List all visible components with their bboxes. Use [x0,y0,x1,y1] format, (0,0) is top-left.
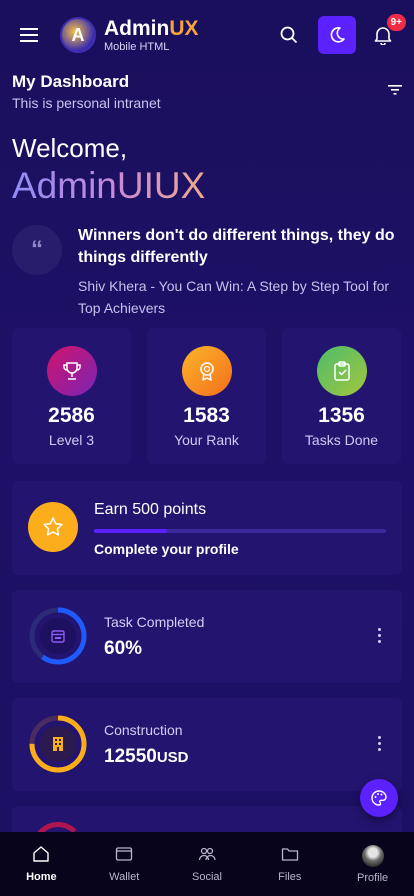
nav-files[interactable]: Files [248,832,331,896]
bottom-nav: Home Wallet Social Files Profile [0,832,414,896]
search-icon [280,26,298,44]
moon-icon [330,27,345,43]
hamburger-icon [20,28,38,42]
stat-label: Your Rank [174,432,239,448]
stat-label: Level 3 [48,432,95,448]
filter-button[interactable] [388,82,402,100]
theme-toggle-button[interactable] [318,16,356,54]
nav-social[interactable]: Social [166,832,249,896]
brand: AdminUX Mobile HTML [104,18,199,53]
dashboard-heading: My Dashboard This is personal intranet [12,72,402,111]
header-actions: 9+ [270,14,406,54]
stat-label: Tasks Done [304,432,379,448]
progress-fill [94,529,167,533]
wallet-icon [116,847,133,861]
construction-unit: USD [156,749,189,766]
star-icon [28,502,78,552]
stat-value: 2586 [48,404,95,427]
nav-label: Home [26,871,57,883]
task-completed-card[interactable]: Task Completed 60% [12,590,402,683]
nav-label: Files [278,871,302,883]
building-icon [40,726,76,762]
nav-profile[interactable]: Profile [331,832,414,896]
people-icon [198,847,216,861]
trophy-icon [46,346,97,396]
stats-row: 2586 Level 3 1583 Your Rank 1356 Tasks D… [12,328,401,464]
home-icon [33,846,50,862]
brand-title: AdminUX [104,18,199,39]
logo-letter: A [71,24,85,45]
quote-author: Shiv Khera - You Can Win: A Step by Step… [78,278,390,316]
construction-more-button[interactable] [378,736,382,754]
filter-icon [388,85,402,95]
task-more-button[interactable] [378,628,382,646]
nav-label: Social [192,871,222,883]
clipboard-check-icon [316,346,367,396]
award-icon [181,346,232,396]
quote-block: “ Winners don't do different things, the… [12,225,402,319]
welcome-name: AdminUIUX [12,165,206,206]
app-header: A AdminUX Mobile HTML 9+ [0,0,414,70]
stat-card-rank[interactable]: 1583 Your Rank [147,328,266,464]
earn-subtitle: Complete your profile [94,541,239,557]
nav-home[interactable]: Home [0,832,83,896]
avatar [361,844,384,867]
construction-label: Construction [104,722,183,738]
construction-amount: 12550 [104,746,157,767]
app-logo[interactable]: A [60,17,96,53]
notifications-button[interactable]: 9+ [364,14,406,54]
stat-card-tasks[interactable]: 1356 Tasks Done [282,328,401,464]
task-value: 60% [104,638,143,659]
earn-points-card[interactable]: Earn 500 points Complete your profile [12,481,402,575]
menu-button[interactable] [12,18,46,52]
brand-accent: UX [169,16,199,40]
profile-progress-bar [94,529,386,533]
construction-card[interactable]: Construction 12550USD [12,698,402,791]
nav-label: Profile [356,871,389,884]
quote-text: Winners don't do different things, they … [78,227,395,266]
stat-value: 1356 [318,404,365,427]
page-subtitle: This is personal intranet [12,95,161,111]
theme-palette-button[interactable] [360,779,398,817]
palette-icon [371,790,387,806]
calendar-icon [40,618,76,654]
notification-badge: 9+ [386,14,406,31]
nav-label: Wallet [109,871,140,883]
search-button[interactable] [270,16,308,54]
stat-value: 1583 [183,404,230,427]
nav-wallet[interactable]: Wallet [83,832,166,896]
construction-value: 12550USD [104,746,189,768]
quote-body: Winners don't do different things, they … [78,225,402,319]
stat-card-level[interactable]: 2586 Level 3 [12,328,131,464]
page-title: My Dashboard [12,72,130,91]
brand-subtitle: Mobile HTML [104,40,170,53]
quote-icon: “ [12,225,62,275]
folder-icon [281,848,298,861]
welcome-greeting: Welcome, [12,133,128,163]
brand-main: Admin [104,16,170,40]
task-label: Task Completed [104,614,205,630]
earn-title: Earn 500 points [94,501,207,518]
